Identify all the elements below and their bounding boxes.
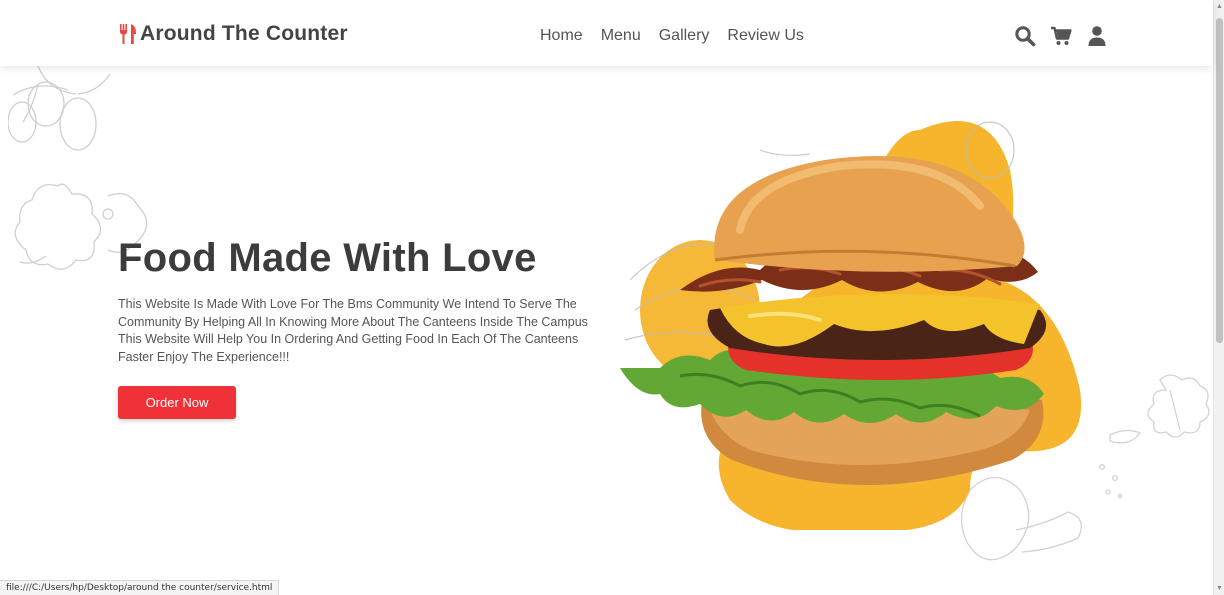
nav-menu[interactable]: Menu [601, 27, 641, 45]
scroll-up-arrow-icon[interactable]: ▲ [1216, 3, 1223, 10]
nav-home[interactable]: Home [540, 27, 583, 45]
header-actions [1014, 25, 1108, 47]
hero-title: Food Made With Love [118, 236, 537, 280]
cart-icon[interactable] [1050, 25, 1072, 47]
hero-description: This Website Is Made With Love For The B… [118, 297, 588, 364]
search-icon[interactable] [1014, 25, 1036, 47]
browser-status-bar: file:///C:/Users/hp/Desktop/around the c… [0, 580, 280, 595]
scroll-thumb[interactable] [1216, 18, 1223, 343]
logo-text: Around The Counter [140, 22, 348, 45]
nav-gallery[interactable]: Gallery [659, 27, 710, 45]
burger-illustration [620, 121, 1082, 532]
hero-burger-image [620, 110, 1110, 532]
scroll-down-arrow-icon[interactable]: ▼ [1216, 585, 1223, 592]
logo-link[interactable]: Around The Counter [118, 22, 348, 46]
main-nav: Home Menu Gallery Review Us [540, 27, 804, 45]
user-icon[interactable] [1086, 25, 1108, 47]
site-header: Around The Counter Home Menu Gallery Rev… [0, 0, 1213, 66]
page-scrollbar[interactable]: ▲ ▼ [1213, 0, 1224, 595]
order-now-button[interactable]: Order Now [118, 386, 236, 419]
nav-review-us[interactable]: Review Us [727, 27, 803, 45]
utensils-icon [120, 24, 136, 44]
